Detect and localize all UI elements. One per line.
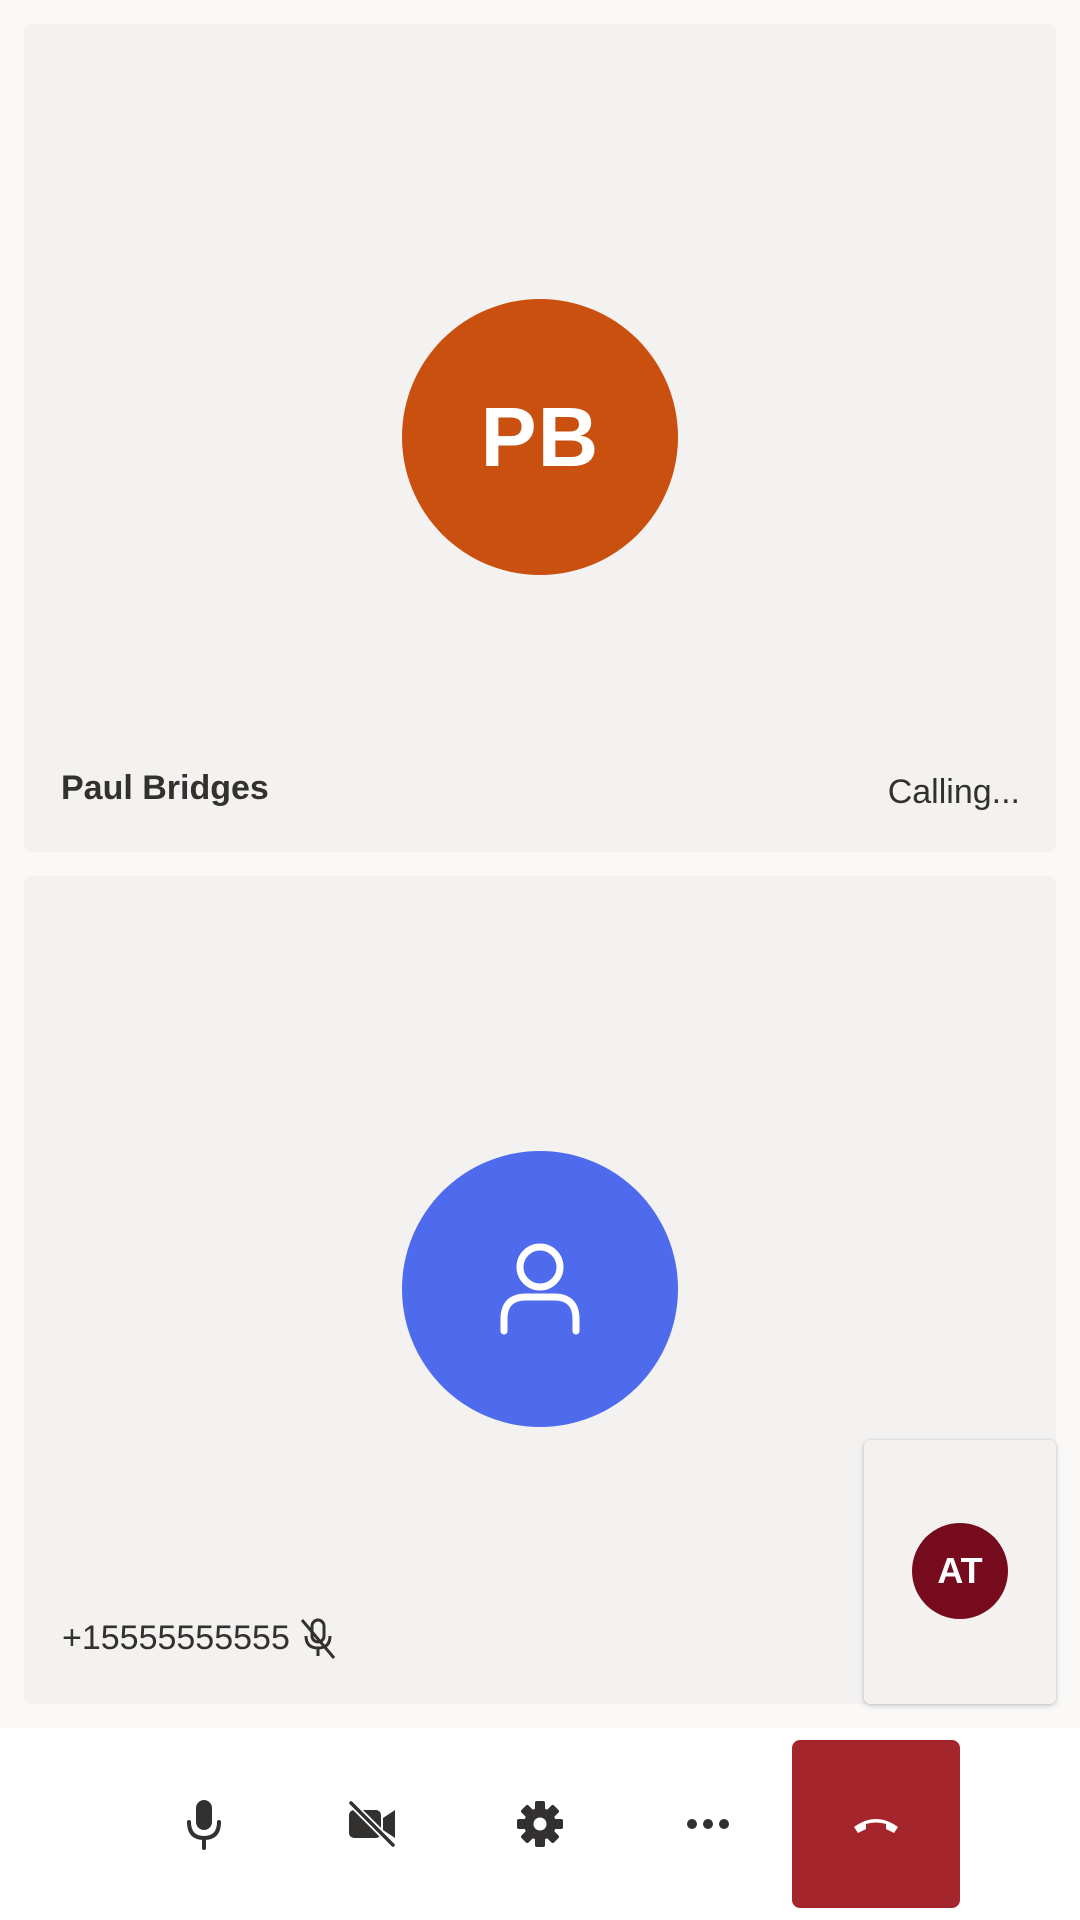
local-initials: AT xyxy=(937,1550,983,1591)
gear-icon xyxy=(515,1799,565,1849)
participant-status: Calling... xyxy=(887,773,1020,811)
microphone-icon xyxy=(184,1798,224,1850)
call-screen: PB Paul Bridges Calling... +15555555555 xyxy=(0,0,1080,1920)
more-horizontal-icon xyxy=(686,1818,730,1830)
phone-participant-label: +15555555555 xyxy=(62,1616,338,1660)
phone-participant-avatar xyxy=(402,1151,678,1427)
camera-off-icon xyxy=(346,1800,398,1848)
participant-initials: PB xyxy=(480,389,600,484)
phone-hangup-icon xyxy=(850,1813,902,1835)
mic-off-icon xyxy=(298,1616,338,1660)
local-avatar: AT xyxy=(912,1523,1008,1619)
participant-name: Paul Bridges xyxy=(61,769,269,807)
person-icon xyxy=(498,1241,582,1337)
microphone-button[interactable] xyxy=(120,1740,288,1908)
camera-button[interactable] xyxy=(288,1740,456,1908)
more-options-button[interactable] xyxy=(624,1740,792,1908)
settings-button[interactable] xyxy=(456,1740,624,1908)
call-control-bar xyxy=(0,1728,1080,1920)
participant-avatar: PB xyxy=(402,299,678,575)
phone-number: +15555555555 xyxy=(62,1618,290,1657)
local-video-preview[interactable]: AT xyxy=(864,1440,1056,1704)
hang-up-button[interactable] xyxy=(792,1740,960,1908)
participant-tile-remote: PB Paul Bridges Calling... xyxy=(24,24,1056,852)
